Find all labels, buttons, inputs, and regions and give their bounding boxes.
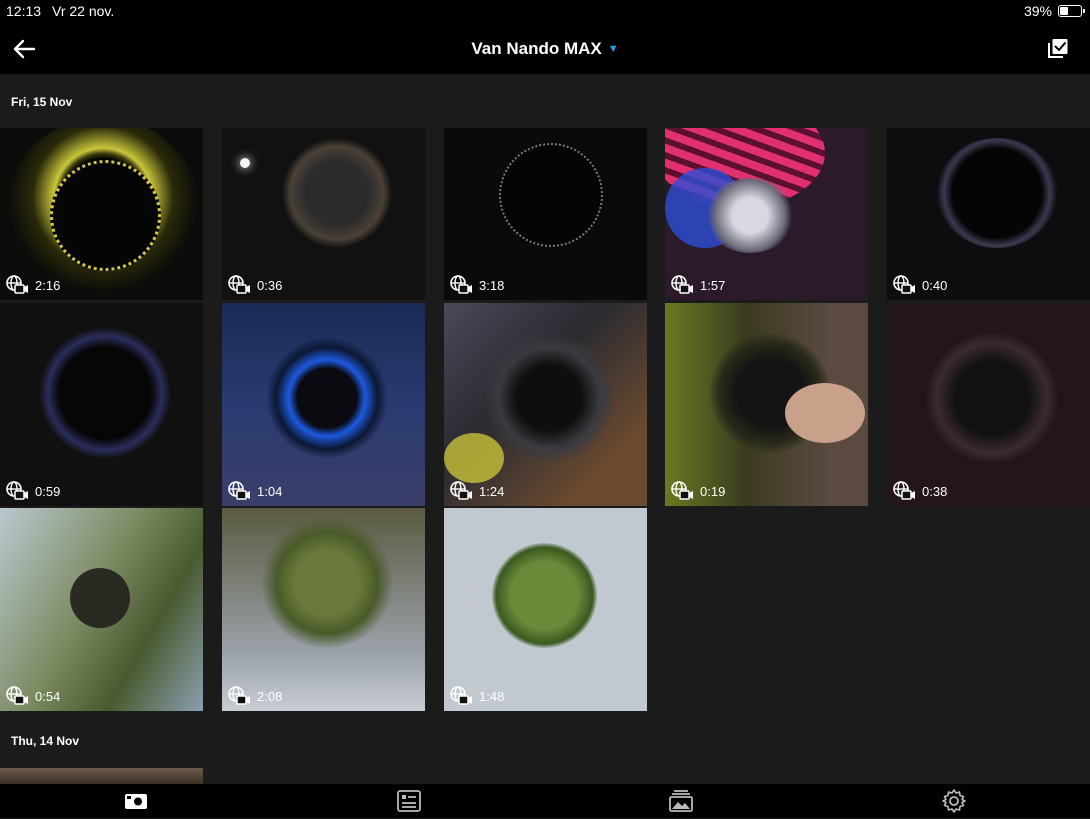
media-info: 0:40 <box>892 274 947 296</box>
media-thumbnail[interactable]: 1:48 <box>444 508 647 711</box>
360-video-icon <box>6 481 28 500</box>
tab-list[interactable] <box>396 788 422 814</box>
gear-icon <box>942 789 966 813</box>
media-info: 3:18 <box>449 274 504 296</box>
media-info: 0:38 <box>892 480 947 502</box>
gallery-icon <box>669 790 693 812</box>
duration-label: 1:57 <box>700 277 726 293</box>
360-video-icon <box>228 481 250 500</box>
360-video-icon <box>228 275 250 294</box>
media-thumbnail[interactable]: 2:08 <box>222 508 425 711</box>
battery-percent: 39% <box>1023 3 1052 19</box>
duration-label: 0:19 <box>700 483 726 499</box>
media-info: 0:19 <box>670 480 725 502</box>
duration-label: 2:08 <box>257 688 283 704</box>
duration-label: 0:36 <box>257 277 283 293</box>
select-button[interactable] <box>1046 36 1070 60</box>
360-video-icon <box>671 481 693 500</box>
media-info: 0:36 <box>227 274 282 296</box>
duration-label: 0:40 <box>922 277 948 293</box>
360-video-icon <box>6 686 28 705</box>
tab-gallery[interactable] <box>668 788 694 814</box>
media-info: 1:24 <box>449 480 504 502</box>
duration-label: 1:04 <box>257 483 283 499</box>
duration-label: 0:38 <box>922 483 948 499</box>
360-video-icon <box>450 686 472 705</box>
360-video-icon <box>6 275 28 294</box>
media-info: 0:54 <box>5 685 60 707</box>
media-info: 1:57 <box>670 274 725 296</box>
status-date: Vr 22 nov. <box>52 3 115 19</box>
360-video-icon <box>893 275 915 294</box>
media-info: 2:16 <box>5 274 60 296</box>
list-icon <box>397 790 421 812</box>
status-time: 12:13 <box>6 3 42 19</box>
tab-settings[interactable] <box>941 788 967 814</box>
status-bar: 12:13 Vr 22 nov. 39% <box>0 0 1090 24</box>
360-video-icon <box>671 275 693 294</box>
360-video-icon <box>450 275 472 294</box>
caret-down-icon: ▼ <box>607 43 619 55</box>
duration-label: 1:24 <box>479 483 505 499</box>
media-thumbnail[interactable]: 2:16 <box>0 128 203 300</box>
header: Van Nando MAX ▼ <box>0 24 1090 74</box>
media-thumbnail[interactable]: 0:38 <box>887 303 1090 506</box>
duration-label: 3:18 <box>479 277 505 293</box>
duration-label: 2:16 <box>35 277 61 293</box>
battery-icon <box>1058 5 1085 17</box>
360-video-icon <box>450 481 472 500</box>
page-title: Van Nando MAX <box>471 39 602 58</box>
360-video-icon <box>893 481 915 500</box>
media-info: 0:59 <box>5 480 60 502</box>
media-icon <box>125 794 147 809</box>
media-thumbnail[interactable]: 0:54 <box>0 508 203 711</box>
duration-label: 0:54 <box>35 688 61 704</box>
media-info: 1:04 <box>227 480 282 502</box>
360-video-icon <box>228 686 250 705</box>
camera-selector[interactable]: Van Nando MAX ▼ <box>0 39 1090 59</box>
media-info: 2:08 <box>227 685 282 707</box>
media-thumbnail[interactable]: 1:04 <box>222 303 425 506</box>
media-info: 1:48 <box>449 685 504 707</box>
duration-label: 0:59 <box>35 483 61 499</box>
media-thumbnail[interactable]: 0:59 <box>0 303 203 506</box>
media-thumbnail[interactable]: 0:19 <box>665 303 868 506</box>
media-thumbnail[interactable]: 1:24 <box>444 303 647 506</box>
media-thumbnail[interactable] <box>0 768 203 784</box>
tab-bar <box>0 784 1090 818</box>
media-thumbnail[interactable]: 0:36 <box>222 128 425 300</box>
duration-label: 1:48 <box>479 688 505 704</box>
media-thumbnail[interactable]: 0:40 <box>887 128 1090 300</box>
tab-media[interactable] <box>123 788 149 814</box>
media-thumbnail[interactable]: 1:57 <box>665 128 868 300</box>
section-header: Fri, 15 Nov <box>11 95 73 109</box>
media-thumbnail[interactable]: 3:18 <box>444 128 647 300</box>
checkbox-select-icon <box>1048 39 1068 58</box>
section-header: Thu, 14 Nov <box>11 734 80 748</box>
